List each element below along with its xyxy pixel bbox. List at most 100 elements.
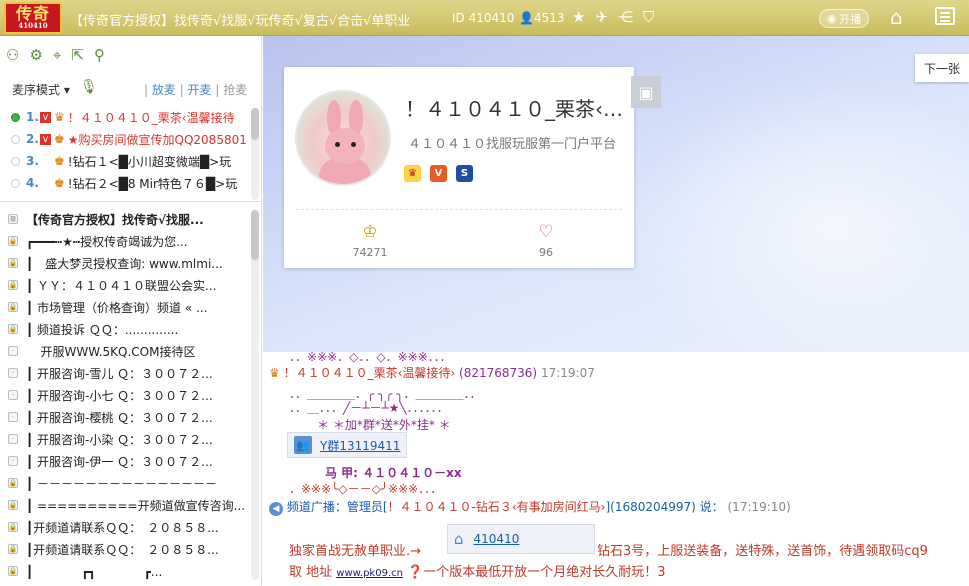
mic-queue-item[interactable]: 1. V ♛ ！４１０４１０_栗茶‹温馨接待	[0, 106, 262, 128]
chat-sender[interactable]: ！４１０４１０_栗茶‹温馨接待›	[284, 366, 456, 380]
anchor-name: ！４１０４１０_栗茶‹温...	[405, 97, 631, 121]
channel-item[interactable]: · ┃ 开服咨询-雪儿 Ｑ：３００７２...	[0, 362, 250, 384]
fans-stat[interactable]: ♔ 74271	[330, 222, 410, 259]
channel-icon: ·	[8, 346, 18, 356]
mic-off-icon[interactable]: 🎙	[80, 79, 98, 95]
mic-queue: 1. V ♛ ！４１０４１０_栗茶‹温馨接待 2. V ♚ ★购买房间做宣传加Q…	[0, 106, 262, 194]
channel-item[interactable]: 🔒 ┃开频道请联系ＱＱ： ２０８５８...	[0, 538, 250, 560]
mic-queue-item[interactable]: 3. ♚ !钻石１<█小川超变微端█>玩	[0, 150, 262, 172]
channel-item[interactable]: ⊞ 【传奇官方授权】找传奇√找服...	[0, 208, 250, 230]
top-bar: 传奇 410410 【传奇官方授权】找传奇√找服√玩传奇√复古√合击√单职业 I…	[0, 0, 969, 36]
room-link-card[interactable]: ⌂ 410410	[447, 524, 595, 554]
channel-item[interactable]: 🔒 ┃ 市场管理（价格查询）频道 « ...	[0, 296, 250, 318]
settings-icon[interactable]: ⚙	[29, 46, 42, 64]
channel-icon: ·	[8, 412, 18, 422]
grab-mic-link[interactable]: 抢麦	[223, 83, 247, 97]
s-badge-icon: S	[456, 165, 473, 182]
lock-icon: 🔒	[8, 324, 18, 334]
anchor-badges: ♛ V S	[404, 165, 473, 182]
site-link[interactable]: www.pk09.cn	[336, 568, 403, 579]
medal-icon: ♚	[54, 132, 65, 146]
top-actions: ★ ✈ ⋲ ⛉	[572, 8, 654, 26]
channel-icon: ·	[8, 390, 18, 400]
mic-queue-item[interactable]: 2. V ♚ ★购买房间做宣传加QQ2085801	[0, 128, 262, 150]
channel-item[interactable]: 🔒 ┃ －－－－－－－－－－－－－－－	[0, 472, 250, 494]
status-dot-icon	[11, 112, 20, 122]
vip-icon: V	[40, 133, 51, 145]
chat-message-header: ♛ ！４１０４１０_栗茶‹温馨接待› (821768736) 17:19:07	[269, 364, 595, 381]
share-icon[interactable]: ⋲	[618, 8, 633, 26]
left-panel: ⚇ ⚙ ⌖ ⇱ ⚲ 麦序模式 ▾ 🎙 | 放麦 | 开麦 | 抢麦 1. V ♛…	[0, 36, 262, 586]
medal-icon: ♚	[54, 176, 65, 190]
lock-icon: 🔒	[8, 544, 18, 554]
channel-icon: ·	[8, 368, 18, 378]
channel-item[interactable]: 🔒 ┃ ＹＹ：４１０４１０联盟公会实...	[0, 274, 250, 296]
user-icon: 👤	[519, 11, 534, 25]
status-dot-icon	[11, 178, 20, 188]
channel-item[interactable]: · 开服WWW.5KQ.COM接待区	[0, 340, 250, 362]
search-icon[interactable]: ⚲	[94, 46, 105, 64]
image-icon[interactable]: ▣	[631, 76, 661, 108]
group-link-card[interactable]: 👥 Y群13119411	[287, 432, 408, 458]
trophy-icon: ♔	[362, 222, 378, 242]
channel-item[interactable]: 🔒 ┃ ┏┓ ┏...	[0, 560, 250, 582]
go-live-button[interactable]: ◉ 开播	[819, 9, 869, 28]
lock-icon: 🔒	[8, 500, 18, 510]
crown-badge-icon: ♛	[404, 165, 421, 182]
avatar[interactable]	[295, 90, 391, 186]
location-icon[interactable]: ⌖	[53, 46, 61, 64]
chat-vest-line: 马 甲: ４１０４１０－xx	[325, 466, 462, 480]
chat-sender-id: (821768736)	[459, 366, 538, 380]
mic-queue-item[interactable]: 4. ♚ !钻石２<█8 Mir特色７６█>玩	[0, 172, 262, 194]
banner-area: 下一张 ！４１０４１０_栗茶‹温... ４１０４１０找服玩服第一门户平台 ♛ V…	[263, 36, 969, 352]
lock-icon: 🔒	[8, 302, 18, 312]
open-mic-link[interactable]: 开麦	[188, 83, 212, 97]
next-button[interactable]: 下一张	[915, 54, 969, 82]
channel-root-icon: ⊞	[8, 214, 18, 224]
chat-time: 17:19:07	[540, 366, 595, 380]
export-icon[interactable]: ⇱	[71, 46, 84, 64]
mic-mode-select[interactable]: 麦序模式 ▾	[12, 81, 70, 98]
channel-tree: ⊞ 【传奇官方授权】找传奇√找服... 🔒 ┏━━━┅★┅授权传奇竭诚为您... 🔒…	[0, 208, 250, 582]
channel-icon: ·	[8, 434, 18, 444]
lock-icon: 🔒	[8, 280, 18, 290]
medal-icon: ♚	[54, 154, 65, 168]
anchor-subtitle: ４１０４１０找服玩服第一门户平台	[408, 137, 617, 152]
users-icon[interactable]: ⚇	[6, 46, 19, 64]
channel-title: 【传奇官方授权】找传奇√找服√玩传奇√复古√合击√单职业	[70, 14, 411, 29]
shield-icon[interactable]: ⛉	[643, 8, 654, 26]
promo-line: 取 地址 www.pk09.cn ❓一个版本最低开放一个月绝对长久耐玩！3	[289, 565, 666, 580]
menu-icon[interactable]	[935, 7, 955, 25]
lock-icon: 🔒	[8, 478, 18, 488]
channel-item[interactable]: 🔒 ┏━━━┅★┅授权传奇竭诚为您...	[0, 230, 250, 252]
channel-tree-scrollbar[interactable]	[251, 210, 259, 580]
release-mic-link[interactable]: 放麦	[152, 83, 176, 97]
channel-item[interactable]: 🔒 ┃ ==========开频道做宣传咨询...	[0, 494, 250, 516]
broadcast-message: ◀ 频道广播：管理员[！４１０４１０-钻石３‹有事加房间红马›](1680204…	[269, 498, 791, 516]
channel-item[interactable]: · ┃ 开服咨询-伊一 Ｑ：３００７２...	[0, 450, 250, 472]
home-icon[interactable]: ⌂	[890, 5, 903, 29]
airplane-icon[interactable]: ✈	[595, 8, 608, 26]
channel-logo: 传奇 410410	[4, 2, 62, 34]
online-count: 👤4513	[519, 11, 565, 25]
status-dot-icon	[11, 156, 20, 166]
group-link[interactable]: Y群13119411	[320, 437, 400, 454]
likes-stat[interactable]: ♡ 96	[506, 222, 586, 259]
crown-icon: ♛	[269, 366, 280, 380]
anchor-card: ！４１０４１０_栗茶‹温... ４１０４１０找服玩服第一门户平台 ♛ V S ♔…	[284, 67, 634, 268]
channel-item[interactable]: 🔒 ┃开频道请联系ＱＱ： ２０８５８...	[0, 516, 250, 538]
channel-item[interactable]: 🔒 ┃ 盛大梦灵授权查询: www.mlmi...	[0, 252, 250, 274]
vip-icon: V	[40, 111, 51, 123]
room-link[interactable]: 410410	[474, 532, 520, 546]
level-badge-icon: V	[430, 165, 447, 182]
channel-item[interactable]: · ┃ 开服咨询-小七 Ｑ：３００７２...	[0, 384, 250, 406]
lock-icon: 🔒	[8, 258, 18, 268]
star-icon[interactable]: ★	[572, 8, 585, 26]
channel-item[interactable]: 🔒 ┃ 频道投诉 ＱＱ：..............	[0, 318, 250, 340]
broadcast-sender[interactable]: ！４１０４１０-钻石３‹有事加房间红马›	[388, 500, 606, 514]
channel-item[interactable]: · ┃ 开服咨询-樱桃 Ｑ：３００７２...	[0, 406, 250, 428]
channel-item[interactable]: · ┃ 开服咨询-小染 Ｑ：３００７２...	[0, 428, 250, 450]
question-icon: ❓	[407, 565, 424, 580]
record-icon: ◉	[826, 12, 837, 25]
mic-queue-scrollbar[interactable]	[251, 108, 259, 200]
